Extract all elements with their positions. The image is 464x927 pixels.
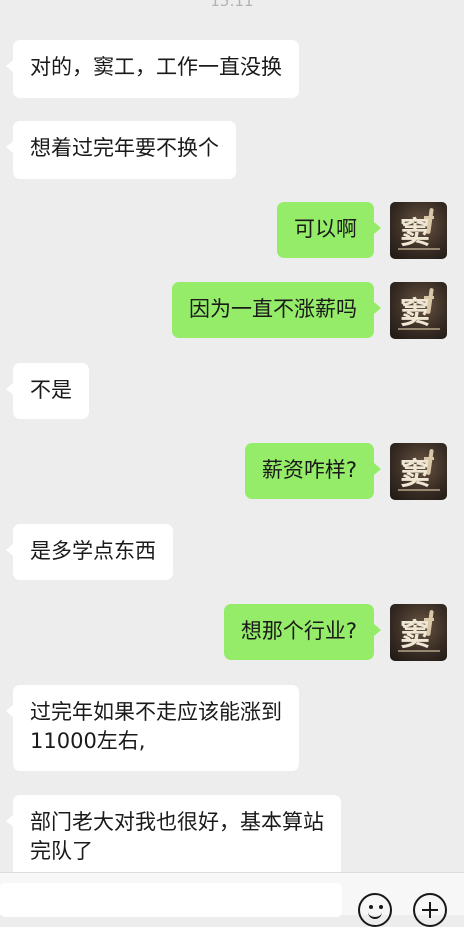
avatar-glyph: 窦 xyxy=(400,618,430,653)
message-text: 可以啊 xyxy=(294,217,357,241)
message-text: 部门老大对我也很好，基本算站 xyxy=(30,810,324,834)
avatar-decoration xyxy=(398,489,440,491)
avatar[interactable]: 窦 xyxy=(390,443,447,500)
incoming-message-bubble[interactable]: 不是 xyxy=(6,363,89,419)
emoji-eye xyxy=(379,905,383,909)
message-text: 对的，窦工，工作一直没换 xyxy=(30,55,282,79)
avatar-glyph: 窦 xyxy=(400,457,430,492)
avatar-glyph: 窦 xyxy=(400,296,430,331)
outgoing-message-bubble[interactable]: 可以啊 xyxy=(277,202,381,258)
incoming-message-bubble[interactable]: 是多学点东西 xyxy=(6,524,173,580)
avatar-glyph: 窦 xyxy=(400,216,430,251)
incoming-message-bubble[interactable]: 想着过完年要不换个 xyxy=(6,121,236,179)
outgoing-message-bubble[interactable]: 因为一直不涨薪吗 xyxy=(172,282,381,338)
outgoing-message-bubble[interactable]: 想那个行业? xyxy=(223,604,382,660)
avatar-decoration xyxy=(398,328,440,330)
incoming-message-bubble[interactable]: 过完年如果不走应该能涨到 11000左右, xyxy=(6,685,299,771)
avatar[interactable]: 窦 xyxy=(390,604,447,661)
message-input[interactable] xyxy=(0,883,342,917)
avatar-decoration xyxy=(424,216,434,219)
message-text: 是多学点东西 xyxy=(30,539,156,563)
message-text: 想着过完年要不换个 xyxy=(30,136,219,160)
message-text: 薪资咋样? xyxy=(261,458,357,482)
avatar[interactable]: 窦 xyxy=(390,202,447,259)
avatar-decoration xyxy=(424,296,434,299)
message-text: 不是 xyxy=(30,378,72,402)
avatar[interactable]: 窦 xyxy=(390,282,447,339)
chat-timestamp: 15:11 xyxy=(210,0,254,10)
input-bar xyxy=(0,872,464,927)
outgoing-message-bubble[interactable]: 薪资咋样? xyxy=(244,443,382,499)
plus-bar xyxy=(429,902,431,918)
avatar-decoration xyxy=(424,457,434,460)
emoji-mouth xyxy=(368,910,382,919)
message-text: 想那个行业? xyxy=(240,619,357,643)
avatar-decoration xyxy=(398,650,440,652)
avatar-decoration xyxy=(424,618,434,621)
message-text: 因为一直不涨薪吗 xyxy=(189,297,357,321)
message-text: 完队了 xyxy=(30,839,93,863)
incoming-message-bubble[interactable]: 对的，窦工，工作一直没换 xyxy=(6,40,299,98)
message-text: 过完年如果不走应该能涨到 xyxy=(30,700,282,724)
emoji-eye xyxy=(369,905,373,909)
avatar-decoration xyxy=(398,248,440,250)
plus-icon[interactable] xyxy=(413,893,447,927)
emoji-face-icon[interactable] xyxy=(358,893,392,927)
message-text: 11000左右, xyxy=(30,729,146,753)
